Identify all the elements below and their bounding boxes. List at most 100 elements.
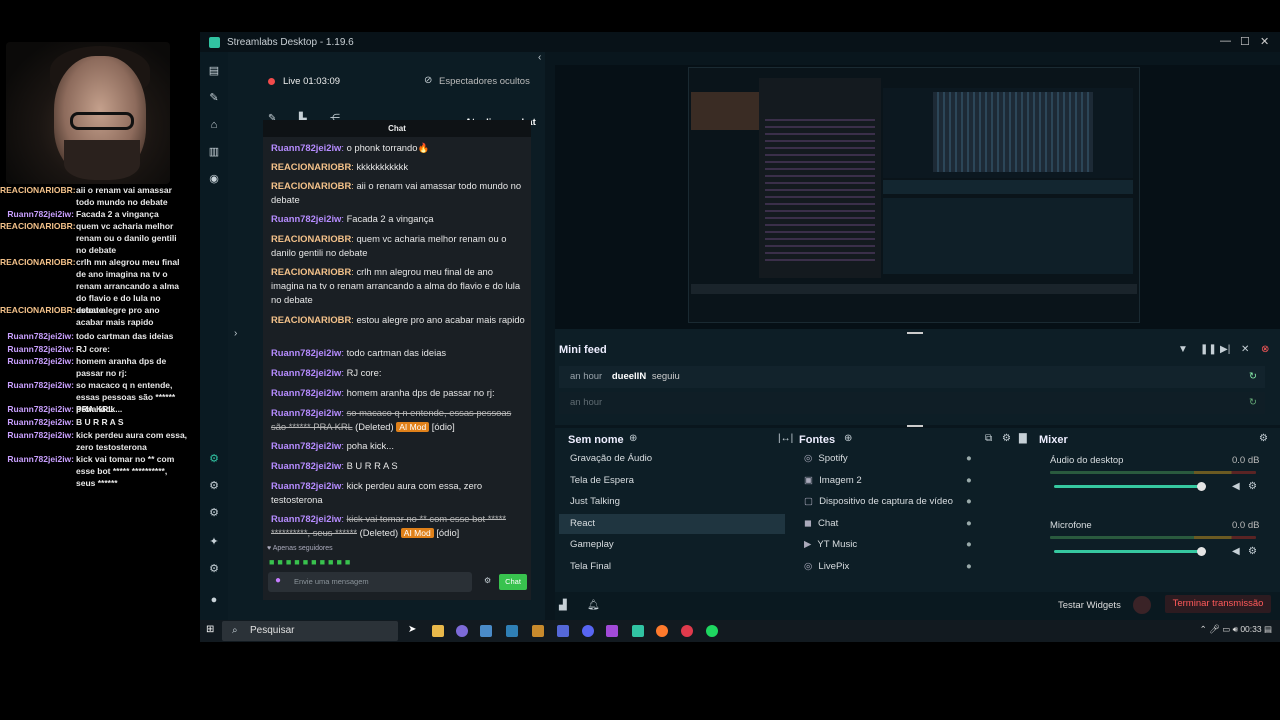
scene-item[interactable]: React xyxy=(559,513,785,534)
proton-icon[interactable] xyxy=(557,625,569,637)
source-type-icon: ◎ xyxy=(804,561,813,572)
chat-header: Chat xyxy=(263,120,531,137)
mute-icon[interactable]: ✕ xyxy=(1241,344,1249,355)
add-source-icon[interactable]: ⊕ xyxy=(844,433,852,444)
source-item[interactable]: ◎ Spotify ● xyxy=(804,449,976,469)
app-icon[interactable] xyxy=(532,625,544,637)
chat-message: REACIONARIOBR: estou alegre pro ano acab… xyxy=(271,314,525,325)
replay-icon[interactable]: ↻ xyxy=(1249,366,1257,388)
maximize-icon[interactable]: ☐ xyxy=(1240,35,1250,48)
source-item[interactable]: ◎ LivePix ● xyxy=(804,557,976,577)
channel-settings-icon[interactable]: ⚙ xyxy=(1248,546,1257,557)
volume-slider[interactable] xyxy=(1054,485,1201,488)
skip-icon[interactable]: ▶| xyxy=(1220,344,1230,355)
themes-icon[interactable]: ✎ xyxy=(208,92,220,104)
add-scene-icon[interactable]: ⊕ xyxy=(629,433,637,444)
speaker-icon[interactable]: ◀ xyxy=(1232,546,1240,557)
source-type-icon: ▣ xyxy=(804,474,814,486)
profile-icon[interactable]: ● xyxy=(208,594,220,606)
stats-icon[interactable]: ▟ xyxy=(559,600,567,611)
onenote-icon[interactable] xyxy=(606,625,618,637)
mini-feed-title: Mini feed xyxy=(559,344,607,356)
ytmusic-icon[interactable] xyxy=(681,625,693,637)
deleted-chat-message: Ruann782jei2iw: so macaco q n entende, e… xyxy=(271,407,512,432)
stream-preview xyxy=(555,65,1280,329)
pause-icon[interactable]: ❚❚ xyxy=(1200,344,1217,355)
eye-off-icon[interactable]: ⊘ xyxy=(424,75,432,86)
source-type-icon: ◎ xyxy=(804,453,813,464)
vscode-icon[interactable] xyxy=(506,625,518,637)
mixer-settings-icon[interactable]: ⚙ xyxy=(1259,433,1268,444)
scene-item[interactable]: Just Talking xyxy=(559,492,785,512)
chevron-right-icon[interactable]: › xyxy=(234,328,237,339)
settings-icon[interactable]: ⚙ xyxy=(208,563,220,575)
source-type-icon: ▢ xyxy=(804,496,814,508)
scenes-title[interactable]: Sem nome xyxy=(568,434,624,446)
close-icon[interactable]: ✕ xyxy=(1260,35,1269,48)
live-indicator-icon xyxy=(268,78,275,85)
app2-icon[interactable]: ⚙ xyxy=(208,480,220,492)
mic-icon[interactable]: ● xyxy=(275,575,281,586)
source-group-icon[interactable]: ⧉ xyxy=(985,433,992,444)
emote-bar[interactable]: ■■■■■■■■■■ xyxy=(269,557,353,567)
title-bar: Streamlabs Desktop - 1.19.6 — ☐ ✕ xyxy=(200,32,1280,52)
live-icon[interactable]: ◉ xyxy=(208,173,220,185)
channel-settings-icon[interactable]: ⚙ xyxy=(1248,481,1257,492)
overlay-chat-message: Ruann782jei2iw: poha kick... xyxy=(7,404,123,414)
discord-icon[interactable] xyxy=(582,625,594,637)
rec-button[interactable] xyxy=(1133,596,1151,614)
left-sidebar: ▤ ✎ ⌂ ▥ ◉ ⚙ ⚙ ⚙ ✦ ⚙ ● xyxy=(200,52,228,620)
end-stream-button[interactable]: Terminar transmissão xyxy=(1165,595,1271,613)
volume-knob[interactable] xyxy=(1197,482,1206,491)
scene-item[interactable]: Tela Final xyxy=(559,557,785,577)
stream-overlay: REACIONARIOBR:aii o renam vai amassar to… xyxy=(0,0,200,640)
chat-message: Ruann782jei2iw: poha kick... xyxy=(271,440,394,451)
spotify-icon[interactable] xyxy=(706,625,718,637)
panel-divider[interactable] xyxy=(555,329,1280,339)
send-chat-button[interactable]: Chat xyxy=(499,574,527,590)
deleted-chat-message: Ruann782jei2iw: kick vai tomar no ** com… xyxy=(271,513,507,538)
source-item[interactable]: ◼ Chat ● xyxy=(804,514,976,534)
firefox-icon[interactable] xyxy=(656,625,668,637)
speaker-icon[interactable]: ◀ xyxy=(1232,481,1240,492)
steam-icon[interactable] xyxy=(480,625,492,637)
store-icon[interactable]: ⌂ xyxy=(208,119,220,131)
volume-knob[interactable] xyxy=(1197,547,1206,556)
scene-item[interactable]: Gravação de Áudio xyxy=(559,449,785,469)
chat-message: REACIONARIOBR: kkkkkkkkkkk xyxy=(271,161,408,172)
taskbar-search[interactable]: Pesquisar xyxy=(222,621,398,641)
obs-icon[interactable] xyxy=(456,625,468,637)
preview-capture xyxy=(688,67,1140,323)
editor-icon[interactable]: ▤ xyxy=(208,65,220,77)
streamlabs-icon[interactable] xyxy=(632,625,644,637)
scene-transition-icon[interactable]: |↔| xyxy=(778,433,793,444)
alert-off-icon[interactable]: ⊗ xyxy=(1261,344,1269,355)
app1-icon[interactable]: ⚙ xyxy=(208,453,220,465)
folder-icon[interactable]: ▇ xyxy=(1019,433,1027,444)
file-explorer-icon[interactable] xyxy=(432,625,444,637)
source-item[interactable]: ▶ YT Music ● xyxy=(804,535,976,555)
chevron-left-icon[interactable]: ‹ xyxy=(538,52,541,63)
source-settings-icon[interactable]: ⚙ xyxy=(1002,433,1011,444)
source-item[interactable]: ▣ Imagem 2 ● xyxy=(804,471,976,491)
system-tray: ⌃ 🎤︎ ▭ 🔊︎ 00:33 ▤ xyxy=(1199,624,1272,634)
windows-start-icon[interactable]: ⊞ xyxy=(206,624,214,635)
test-widgets-button[interactable]: Testar Widgets xyxy=(1058,600,1121,611)
app3-icon[interactable]: ⚙ xyxy=(208,507,220,519)
scene-item[interactable]: Gameplay xyxy=(559,535,785,555)
notification-icon[interactable]: 🔔︎ xyxy=(587,600,600,611)
lock-icon: ● xyxy=(966,539,972,551)
filter-icon[interactable]: ▼ xyxy=(1178,344,1188,355)
minimize-icon[interactable]: — xyxy=(1220,35,1231,47)
magic-icon[interactable]: ✦ xyxy=(208,536,220,548)
feed-row: an hour ↻ xyxy=(559,392,1265,414)
taskbar: ⊞ Pesquisar ⌕ ➤ ⌃ 🎤︎ ▭ 🔊︎ 00:33 ▤ xyxy=(200,620,1280,642)
settings-icon[interactable]: ⚙ xyxy=(484,576,491,585)
scene-item[interactable]: Tela de Espera xyxy=(559,471,785,491)
volume-slider[interactable] xyxy=(1054,550,1201,553)
source-item[interactable]: ▢ Dispositivo de captura de vídeo ● xyxy=(804,492,976,512)
chat-input[interactable]: Envie uma mensagem xyxy=(268,572,472,592)
layout-icon[interactable]: ▥ xyxy=(208,146,220,158)
hidden-viewers-label[interactable]: Espectadores ocultos xyxy=(439,76,530,87)
replay-icon[interactable]: ↻ xyxy=(1249,392,1257,414)
